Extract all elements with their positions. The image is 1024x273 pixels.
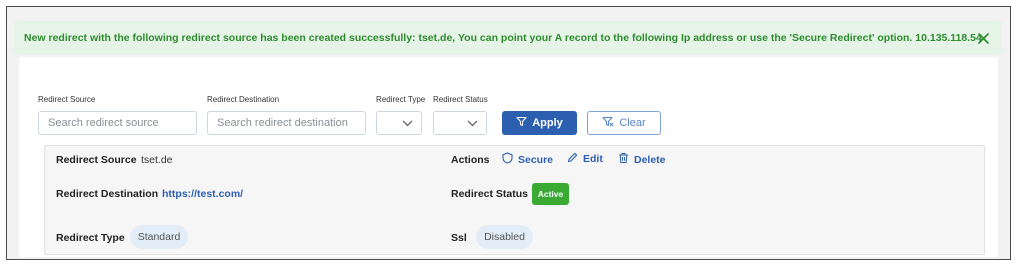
redirect-type-select[interactable] <box>376 111 422 135</box>
filter-status-label: Redirect Status <box>433 95 488 104</box>
apply-button-label: Apply <box>532 117 563 129</box>
trash-icon <box>618 152 629 167</box>
chevron-down-icon <box>402 114 413 132</box>
redirect-status-select[interactable] <box>433 111 487 135</box>
shield-icon <box>502 152 513 167</box>
apply-button[interactable]: Apply <box>502 111 577 135</box>
edit-action-label: Edit <box>583 153 603 165</box>
filter-type-label: Redirect Type <box>376 95 426 104</box>
redirect-type-label: Redirect Type <box>56 232 125 244</box>
edit-action[interactable]: Edit <box>567 152 603 166</box>
chevron-down-icon <box>467 114 478 132</box>
redirect-destination-search-input[interactable] <box>207 111 366 135</box>
alert-message: New redirect with the following redirect… <box>24 32 982 44</box>
clear-button-label: Clear <box>619 117 646 129</box>
actions-label: Actions <box>451 154 490 166</box>
redirect-card: Redirect Source tset.de Redirect Destina… <box>44 145 985 255</box>
ssl-label: Ssl <box>451 232 467 244</box>
filter-source-label: Redirect Source <box>38 95 96 104</box>
delete-action[interactable]: Delete <box>618 152 666 167</box>
redirect-status-label: Redirect Status <box>451 188 529 200</box>
filter-icon <box>516 116 527 130</box>
ssl-status-pill: Disabled <box>476 225 533 249</box>
close-icon[interactable] <box>974 29 992 47</box>
delete-action-label: Delete <box>634 153 666 166</box>
redirect-source-label: Redirect Source <box>56 154 137 166</box>
redirects-panel: Redirect Source Redirect Destination Red… <box>19 57 998 257</box>
redirect-source-value: tset.de <box>141 154 173 166</box>
clear-button[interactable]: Clear <box>587 111 661 135</box>
redirect-type-pill: Standard <box>130 225 188 249</box>
success-alert: New redirect with the following redirect… <box>14 21 1002 55</box>
secure-action-label: Secure <box>518 153 554 166</box>
redirect-source-search-input[interactable] <box>38 111 197 135</box>
filter-clear-icon <box>602 116 614 130</box>
filter-destination-label: Redirect Destination <box>207 95 280 104</box>
secure-action[interactable]: Secure <box>502 152 553 167</box>
page-frame: New redirect with the following redirect… <box>6 6 1011 260</box>
pencil-icon <box>567 152 578 166</box>
redirect-destination-label: Redirect Destination <box>56 188 159 200</box>
status-badge: Active <box>532 183 569 205</box>
redirect-destination-link[interactable]: https://test.com/ <box>162 188 243 200</box>
